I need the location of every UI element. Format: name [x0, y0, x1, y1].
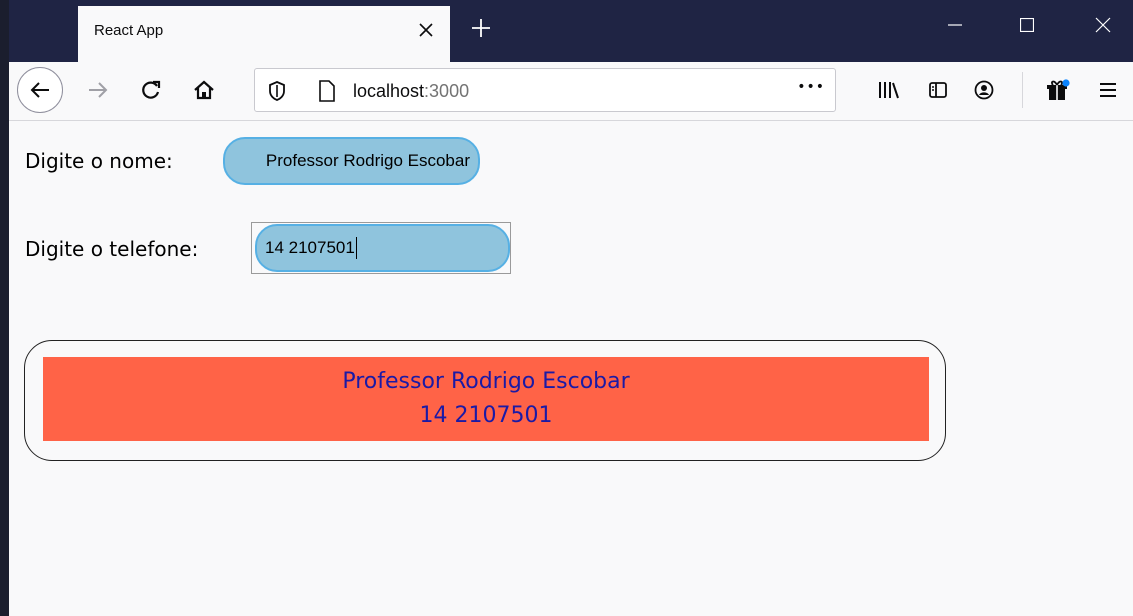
url-text: localhost:3000	[353, 81, 469, 102]
name-input[interactable]: Professor Rodrigo Escobar	[223, 137, 480, 185]
back-icon[interactable]	[17, 67, 63, 113]
tab-title: React App	[94, 22, 164, 39]
maximize-icon[interactable]	[1004, 6, 1050, 44]
navigation-toolbar: localhost:3000 •••	[0, 62, 1133, 121]
title-bar: React App	[0, 0, 1133, 62]
library-icon[interactable]	[868, 70, 908, 110]
minimize-icon[interactable]	[932, 6, 978, 44]
toolbar-divider	[1022, 72, 1023, 108]
page-icon	[315, 79, 339, 103]
url-port: :3000	[424, 81, 470, 101]
account-icon[interactable]	[964, 70, 1004, 110]
page-content: Digite o nome: Professor Rodrigo Escobar…	[0, 121, 1133, 616]
close-icon[interactable]	[412, 16, 440, 44]
forward-icon[interactable]	[78, 70, 118, 110]
contact-card: Professor Rodrigo Escobar 14 2107501	[24, 340, 946, 461]
shield-icon[interactable]	[265, 79, 289, 103]
phone-input[interactable]: 14 2107501	[255, 224, 510, 272]
window-close-icon[interactable]	[1080, 6, 1126, 44]
tab-react-app[interactable]: React App	[78, 6, 450, 62]
name-input-value: Professor Rodrigo Escobar	[265, 151, 470, 170]
gift-icon[interactable]	[1038, 70, 1078, 110]
contact-phone: 14 2107501	[419, 403, 553, 428]
name-label: Digite o nome:	[25, 149, 173, 173]
text-caret	[355, 237, 357, 259]
contact-name: Professor Rodrigo Escobar	[342, 369, 630, 394]
home-icon[interactable]	[184, 70, 224, 110]
reload-icon[interactable]	[131, 70, 171, 110]
address-bar[interactable]: localhost:3000 •••	[254, 68, 836, 112]
phone-label: Digite o telefone:	[25, 237, 199, 261]
sidebar-icon[interactable]	[918, 70, 958, 110]
phone-input-value: 14 2107501	[265, 238, 355, 257]
menu-icon[interactable]	[1088, 70, 1128, 110]
page-actions-icon[interactable]: •••	[797, 79, 825, 95]
plus-icon[interactable]	[463, 10, 499, 46]
left-edge-strip	[0, 0, 9, 616]
contact-card-body: Professor Rodrigo Escobar 14 2107501	[43, 357, 929, 441]
url-host: localhost	[353, 81, 425, 101]
